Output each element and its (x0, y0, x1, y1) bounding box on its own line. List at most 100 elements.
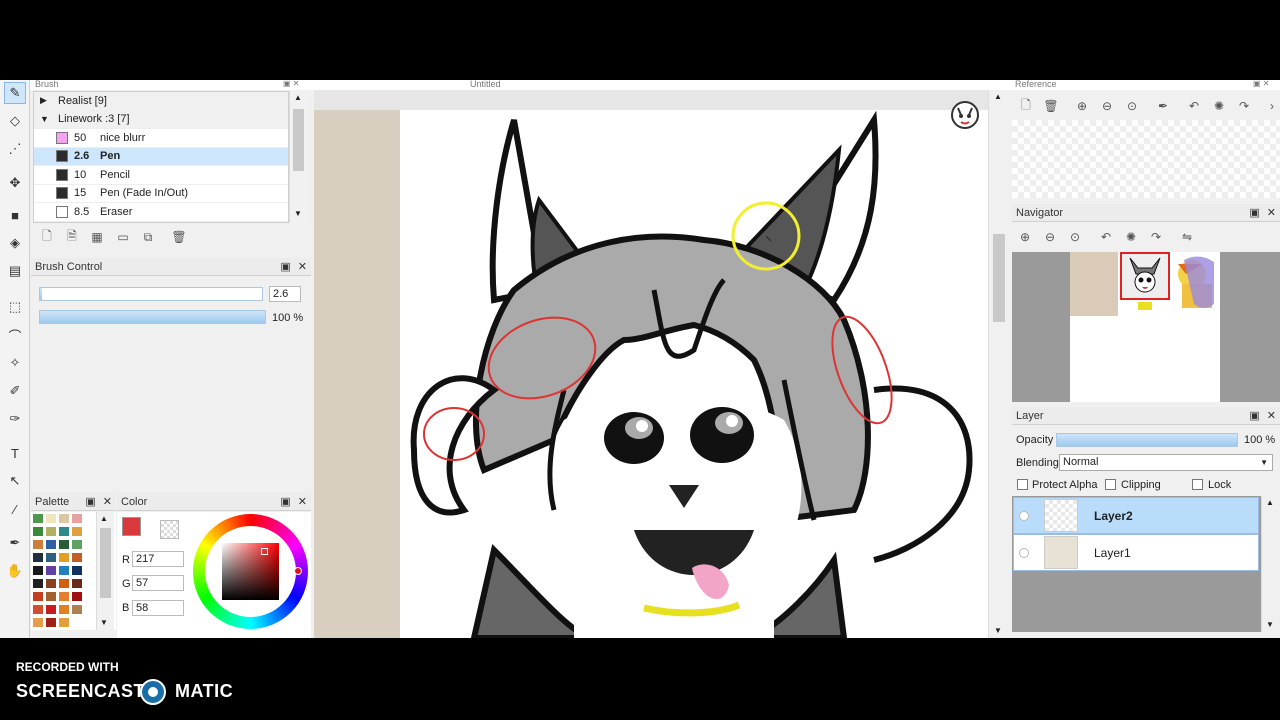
close-icon[interactable]: ✕ (298, 495, 307, 508)
brush-item-pen[interactable]: 2.6 Pen (34, 147, 288, 166)
close-icon[interactable]: ✕ (1267, 206, 1276, 219)
palette-swatch[interactable] (46, 592, 56, 601)
palette-swatch[interactable] (46, 618, 56, 627)
rotate-right-icon[interactable]: ↷ (1236, 98, 1252, 114)
reference-view[interactable] (1012, 120, 1280, 198)
float-icon[interactable]: ▣ (1249, 206, 1259, 219)
layer-visibility-icon[interactable] (1019, 510, 1029, 521)
more-arrow-icon[interactable]: › (1264, 98, 1280, 114)
scroll-down-icon[interactable]: ▼ (100, 618, 108, 627)
eyedropper-tool-icon[interactable]: ✒ (4, 532, 26, 554)
float-icon[interactable]: ▣ (280, 260, 290, 273)
delete-reference-icon[interactable]: 🗑 (1043, 98, 1059, 114)
palette-swatch[interactable] (33, 579, 43, 588)
eraser-tool-icon[interactable]: ◇ (4, 110, 26, 132)
float-icon[interactable]: ▣ (85, 495, 95, 508)
rotate-reset-icon[interactable]: ✺ (1123, 229, 1139, 245)
new-brush-icon[interactable]: 🗋 (39, 229, 55, 245)
brush-float-icon[interactable]: ▣ ✕ (283, 80, 299, 88)
scroll-up-icon[interactable]: ▲ (100, 514, 108, 523)
sv-cursor[interactable] (261, 548, 268, 555)
palette-swatch[interactable] (46, 566, 56, 575)
close-icon[interactable]: ✕ (103, 495, 112, 508)
zoom-reset-icon[interactable]: ⊙ (1124, 98, 1140, 114)
palette-swatch[interactable] (72, 527, 82, 536)
brush-settings-icon[interactable]: ▦ (89, 229, 105, 245)
thumb-view-rect[interactable] (1120, 252, 1170, 300)
transparent-color-swatch[interactable] (160, 520, 179, 539)
palette-swatch[interactable] (59, 579, 69, 588)
palette-swatch[interactable] (59, 618, 69, 627)
bucket-tool-icon[interactable]: ◈ (4, 232, 26, 254)
brush-list-scrollbar[interactable]: ▲ ▼ (289, 91, 307, 223)
brush-item-pencil[interactable]: 10 Pencil (34, 166, 288, 185)
reference-eyedropper-icon[interactable]: ✒ (1155, 98, 1171, 114)
palette-swatch[interactable] (33, 514, 43, 523)
select-rect-tool-icon[interactable]: ⬚ (4, 296, 26, 318)
duplicate-icon[interactable]: ⧉ (140, 229, 156, 245)
palette-swatch[interactable] (46, 527, 56, 536)
rotate-reset-icon[interactable]: ✺ (1211, 98, 1227, 114)
hue-cursor[interactable] (294, 567, 302, 575)
blending-select[interactable]: Normal ▼ (1059, 454, 1273, 471)
brush-size-slider[interactable] (39, 287, 263, 301)
brush-group-realist[interactable]: ▶ Realist [9] (34, 92, 288, 111)
rotate-left-icon[interactable]: ↶ (1186, 98, 1202, 114)
ruler-tool-icon[interactable]: ⁄ (4, 498, 26, 520)
reference-float-icon[interactable]: ▣ ✕ (1253, 80, 1269, 88)
palette-swatch[interactable] (46, 605, 56, 614)
select-pen-tool-icon[interactable]: ✐ (4, 380, 26, 402)
navigator-preview[interactable] (1012, 252, 1280, 402)
layer-visibility-icon[interactable] (1019, 547, 1029, 558)
palette-swatch[interactable] (59, 566, 69, 575)
brush-group-linework[interactable]: ▼ Linework :3 [7] (34, 110, 288, 129)
fill-rect-tool-icon[interactable]: ■ (4, 204, 26, 226)
lasso-tool-icon[interactable]: ⋰ (4, 138, 26, 160)
palette-swatch[interactable] (46, 540, 56, 549)
pen-tool-icon[interactable]: ✎ (4, 82, 26, 104)
rotate-right-icon[interactable]: ↷ (1148, 229, 1164, 245)
move-tool-icon[interactable]: ✥ (4, 172, 26, 194)
scroll-up-icon[interactable]: ▲ (994, 92, 1002, 101)
float-icon[interactable]: ▣ (280, 495, 290, 508)
scroll-thumb[interactable] (100, 528, 111, 598)
red-input[interactable]: 217 (132, 551, 184, 567)
palette-swatch[interactable] (72, 605, 82, 614)
palette-swatch[interactable] (33, 618, 43, 627)
palette-swatch[interactable] (33, 527, 43, 536)
palette-swatch[interactable] (46, 579, 56, 588)
magic-wand-tool-icon[interactable]: ✧ (4, 352, 26, 374)
layer-row-layer2[interactable]: Layer2 (1013, 497, 1259, 534)
palette-swatch[interactable] (46, 514, 56, 523)
palette-swatch[interactable] (59, 514, 69, 523)
scroll-up-icon[interactable]: ▲ (294, 93, 302, 102)
float-icon[interactable]: ▣ (1249, 409, 1259, 422)
palette-swatch[interactable] (72, 514, 82, 523)
brush-item-nice-blurr[interactable]: 50 nice blurr (34, 129, 288, 148)
palette-swatch[interactable] (33, 553, 43, 562)
palette-swatch[interactable] (59, 540, 69, 549)
scroll-up-icon[interactable]: ▲ (1266, 498, 1274, 507)
layer-scrollbar[interactable]: ▲ ▼ (1261, 496, 1279, 632)
scroll-thumb[interactable] (993, 234, 1005, 322)
green-input[interactable]: 57 (132, 575, 184, 591)
palette-swatch[interactable] (59, 527, 69, 536)
new-reference-icon[interactable]: 🗋 (1018, 98, 1034, 114)
zoom-in-icon[interactable]: ⊕ (1074, 98, 1090, 114)
palette-swatch[interactable] (59, 605, 69, 614)
select-lasso-tool-icon[interactable]: ⌒ (4, 324, 26, 346)
folder-icon[interactable]: ▭ (115, 229, 131, 245)
hand-tool-icon[interactable]: ✋ (4, 560, 26, 582)
text-tool-icon[interactable]: T (4, 442, 26, 464)
rotate-left-icon[interactable]: ↶ (1098, 229, 1114, 245)
canvas-view[interactable] (314, 90, 988, 638)
saturation-value-square[interactable] (222, 543, 279, 600)
palette-swatch[interactable] (33, 566, 43, 575)
scroll-down-icon[interactable]: ▼ (1266, 620, 1274, 629)
scroll-down-icon[interactable]: ▼ (994, 626, 1002, 635)
palette-swatch[interactable] (72, 592, 82, 601)
scroll-down-icon[interactable]: ▼ (294, 209, 302, 218)
palette-swatch[interactable] (72, 540, 82, 549)
palette-swatch[interactable] (72, 553, 82, 562)
select-eraser-tool-icon[interactable]: ✑ (4, 408, 26, 430)
